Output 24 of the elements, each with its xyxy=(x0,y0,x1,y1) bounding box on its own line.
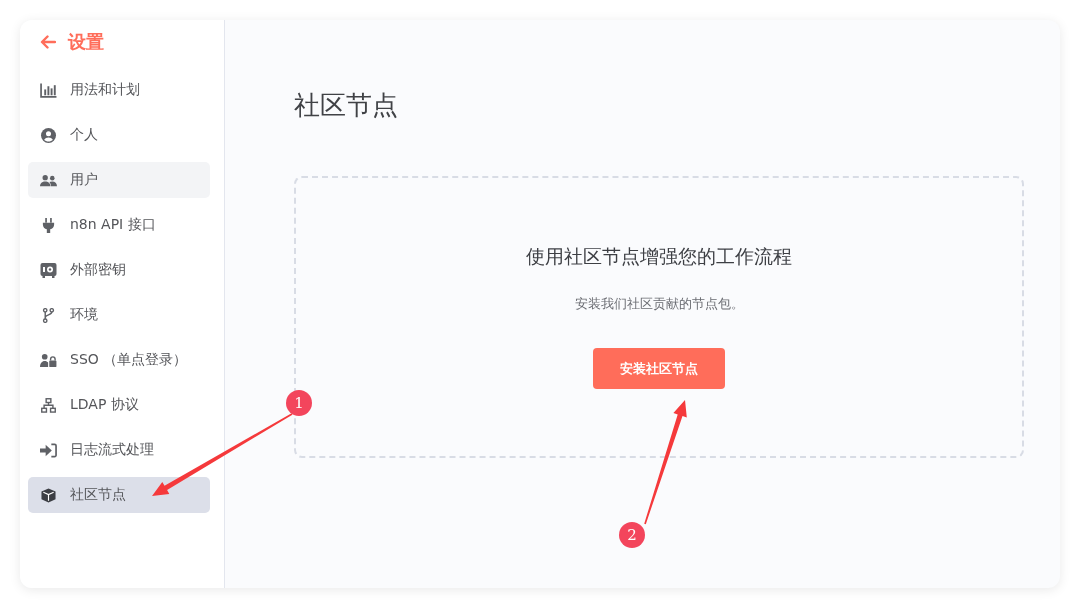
network-icon xyxy=(40,397,57,413)
page-title: 社区节点 xyxy=(294,89,399,122)
sidebar-item[interactable]: 用户 xyxy=(28,162,210,198)
sidebar-item[interactable]: 用法和计划 xyxy=(28,72,210,108)
sidebar-item[interactable]: 社区节点 xyxy=(28,477,210,513)
sidebar-item[interactable]: 环境 xyxy=(28,297,210,333)
sidebar-item[interactable]: 个人 xyxy=(28,117,210,153)
empty-state-heading: 使用社区节点增强您的工作流程 xyxy=(526,244,792,269)
user-circle-icon xyxy=(40,127,57,143)
back-arrow-icon xyxy=(40,35,56,49)
empty-state-description: 安装我们社区贡献的节点包。 xyxy=(574,295,744,313)
plug-icon xyxy=(40,217,57,233)
sign-in-icon xyxy=(40,442,57,458)
safe-icon xyxy=(40,262,57,278)
sidebar-item[interactable]: 外部密钥 xyxy=(28,252,210,288)
sidebar-item[interactable]: 日志流式处理 xyxy=(28,432,210,468)
sidebar-item[interactable]: SSO （单点登录） xyxy=(28,342,210,378)
user-lock-icon xyxy=(40,352,57,368)
branch-icon xyxy=(40,307,57,323)
bar-chart-icon xyxy=(40,82,57,98)
cube-icon xyxy=(40,487,57,503)
users-icon xyxy=(40,172,57,188)
sidebar-item[interactable]: LDAP 协议 xyxy=(28,387,210,423)
sidebar-item[interactable]: n8n API 接口 xyxy=(28,207,210,243)
